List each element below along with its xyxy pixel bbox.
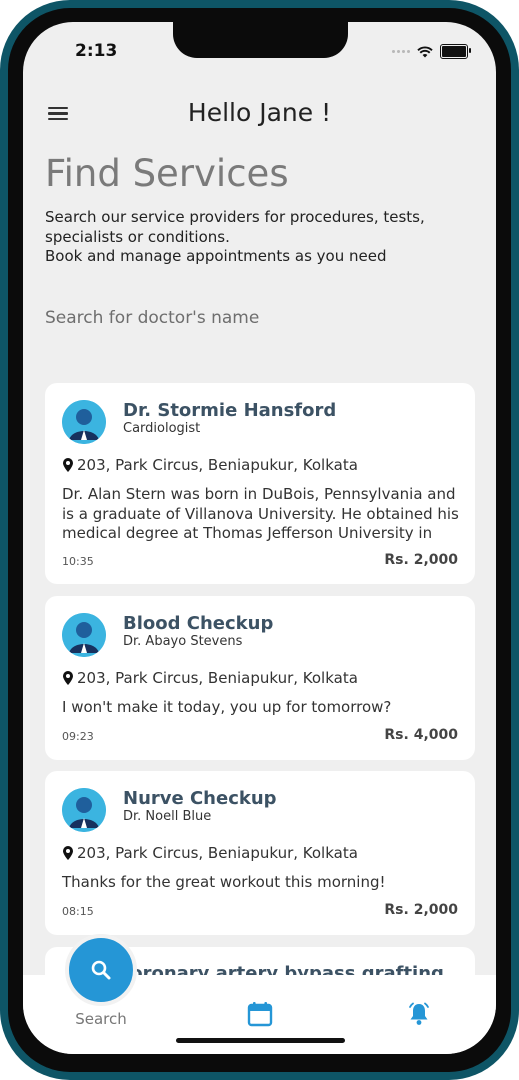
subtitle-line: Book and manage appointments as you need [45,247,387,265]
card-location: 203, Park Circus, Beniapukur, Kolkata [62,669,358,687]
card-description: Thanks for the great workout this mornin… [62,873,386,891]
status-time: 2:13 [75,41,118,61]
search-tab-label[interactable]: Search [65,1010,137,1028]
doctor-search-input[interactable] [45,304,465,332]
avatar-icon [62,613,106,657]
card-subtitle: Dr. Abayo Stevens [123,634,243,649]
app-screen: 2:13 Hello Jane ! Find Services Search o… [23,22,496,1054]
page-subtitle: Search our service providers for procedu… [45,208,465,267]
card-time: 08:15 [62,905,94,918]
service-card[interactable]: Dr. Stormie Hansford Cardiologist 203, P… [45,383,475,584]
card-subtitle: Cardiologist [123,421,201,436]
card-time: 09:23 [62,730,94,743]
status-icons [392,44,471,59]
service-card[interactable]: Nurve Checkup Dr. Noell Blue 203, Park C… [45,771,475,935]
subtitle-line: Search our service providers for procedu… [45,208,425,246]
location-pin-icon [63,671,73,685]
home-indicator [176,1038,345,1043]
card-price: Rs. 4,000 [384,727,458,743]
location-text: 203, Park Circus, Beniapukur, Kolkata [77,456,358,474]
card-subtitle: Dr. Noell Blue [123,809,212,824]
card-time: 10:35 [62,555,94,568]
location-pin-icon [63,458,73,472]
card-description: I won't make it today, you up for tomorr… [62,698,392,716]
card-title: Nurve Checkup [123,788,277,809]
service-card[interactable]: Blood Checkup Dr. Abayo Stevens 203, Par… [45,596,475,760]
page-title: Find Services [45,152,289,195]
notification-bell-icon[interactable] [406,1001,432,1027]
card-price: Rs. 2,000 [384,902,458,918]
card-price: Rs. 2,000 [384,552,458,568]
card-location: 203, Park Circus, Beniapukur, Kolkata [62,844,358,862]
location-pin-icon [63,846,73,860]
wifi-icon [417,45,433,57]
search-icon [91,960,111,980]
card-location: 203, Park Circus, Beniapukur, Kolkata [62,456,358,474]
search-fab-button[interactable] [65,934,137,1006]
avatar-icon [62,788,106,832]
battery-icon [440,44,471,59]
card-title: Dr. Stormie Hansford [123,400,337,421]
notch [173,22,348,58]
location-text: 203, Park Circus, Beniapukur, Kolkata [77,844,358,862]
signal-icon [392,50,410,53]
calendar-icon[interactable] [247,1001,273,1027]
location-text: 203, Park Circus, Beniapukur, Kolkata [77,669,358,687]
card-title: Blood Checkup [123,613,274,634]
card-description: Dr. Alan Stern was born in DuBois, Penns… [62,485,459,542]
avatar-icon [62,400,106,444]
greeting-title: Hello Jane ! [187,98,332,127]
